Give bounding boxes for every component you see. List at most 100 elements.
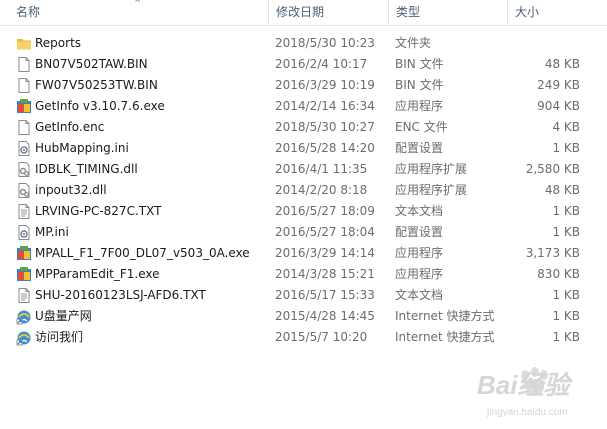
file-modified-date: 2016/3/29 14:14: [275, 246, 375, 260]
file-size: 249 KB: [537, 78, 580, 92]
file-name: MPParamEdit_F1.exe: [35, 267, 160, 281]
text-file-icon: [16, 203, 32, 220]
file-modified-date: 2016/5/17 15:33: [275, 288, 375, 302]
file-type: Internet 快捷方式: [395, 330, 495, 344]
column-header-date[interactable]: 修改日期: [270, 0, 388, 25]
file-name: Reports: [35, 36, 82, 50]
file-list-item[interactable]: GetInfo v3.10.7.6.exe 2014/2/14 16:34 应用程序…: [0, 96, 607, 117]
file-name: IDBLK_TIMING.dll: [35, 162, 138, 176]
column-header: 名称 ⌃ 修改日期 类型 大小: [0, 0, 607, 26]
file-type: 文本文档: [395, 204, 444, 218]
file-size: 830 KB: [537, 267, 580, 281]
file-name: LRVING-PC-827C.TXT: [35, 204, 162, 218]
file-list-item[interactable]: LRVING-PC-827C.TXT 2016/5/27 18:09 文本文档 1 K…: [0, 201, 607, 222]
file-size: 1 KB: [552, 204, 580, 218]
file-list-item[interactable]: 访问我们 2015/5/7 10:20 Internet 快捷方式 1 KB: [0, 327, 607, 348]
column-header-size[interactable]: 大小: [509, 0, 599, 25]
file-list-item[interactable]: FW07V50253TW.BIN 2016/3/29 10:19 BIN 文件 249…: [0, 75, 607, 96]
file-modified-date: 2016/3/29 10:19: [275, 78, 375, 92]
watermark-main-text: Bai经验: [477, 370, 570, 400]
file-list-item[interactable]: MPParamEdit_F1.exe 2014/3/28 15:21 应用程序 830…: [0, 264, 607, 285]
file-name: GetInfo.enc: [35, 120, 105, 134]
file-modified-date: 2016/5/27 18:09: [275, 204, 375, 218]
file-size: 3,173 KB: [525, 246, 580, 260]
file-size: 1 KB: [552, 309, 580, 323]
file-type: 应用程序扩展: [395, 162, 468, 176]
file-modified-date: 2015/4/28 14:45: [275, 309, 375, 323]
dll-icon: [16, 161, 32, 178]
file-size: 4 KB: [552, 120, 580, 134]
ini-icon: [16, 140, 32, 157]
exe-icon: [16, 245, 32, 262]
file-size: 1 KB: [552, 330, 580, 344]
file-list: Reports 2018/5/30 10:23 文件夹 BN07V502TAW.BIN…: [0, 33, 607, 348]
file-size: 904 KB: [537, 99, 580, 113]
file-name: MPALL_F1_7F00_DL07_v503_0A.exe: [35, 246, 250, 260]
file-type: BIN 文件: [395, 78, 444, 92]
file-list-item[interactable]: SHU-20160123LSJ-AFD6.TXT 2016/5/17 15:33 文…: [0, 285, 607, 306]
file-list-item[interactable]: MPALL_F1_7F00_DL07_v503_0A.exe 2016/3/29 …: [0, 243, 607, 264]
file-list-item[interactable]: Reports 2018/5/30 10:23 文件夹: [0, 33, 607, 54]
file-list-item[interactable]: U盘量产网 2015/4/28 14:45 Internet 快捷方式 1 KB: [0, 306, 607, 327]
file-size: 2,580 KB: [525, 162, 580, 176]
file-name: BN07V502TAW.BIN: [35, 57, 148, 71]
file-type: 应用程序: [395, 267, 444, 281]
exe-icon: [16, 98, 32, 115]
ini-icon: [16, 224, 32, 241]
column-divider[interactable]: [268, 0, 269, 25]
file-list-item[interactable]: BN07V502TAW.BIN 2016/2/4 10:17 BIN 文件 48 KB: [0, 54, 607, 75]
file-icon: [16, 56, 32, 73]
column-header-name-label: 名称: [16, 5, 41, 19]
file-modified-date: 2018/5/30 10:23: [275, 36, 375, 50]
file-size: 1 KB: [552, 225, 580, 239]
internet-shortcut-icon: [16, 329, 32, 346]
exe-icon: [16, 266, 32, 283]
folder-icon: [16, 35, 32, 52]
file-modified-date: 2016/4/1 11:35: [275, 162, 368, 176]
file-list-item[interactable]: HubMapping.ini 2016/5/28 14:20 配置设置 1 KB: [0, 138, 607, 159]
column-divider[interactable]: [507, 0, 508, 25]
file-modified-date: 2015/5/7 10:20: [275, 330, 368, 344]
file-name: HubMapping.ini: [35, 141, 129, 155]
file-size: [500, 33, 580, 54]
column-header-type-label: 类型: [396, 5, 421, 19]
file-list-item[interactable]: GetInfo.enc 2018/5/30 10:27 ENC 文件 4 KB: [0, 117, 607, 138]
file-size: 48 KB: [544, 57, 580, 71]
dll-icon: [16, 182, 32, 199]
file-name: inpout32.dll: [35, 183, 107, 197]
file-type: 配置设置: [395, 141, 444, 155]
file-list-item[interactable]: inpout32.dll 2014/2/20 8:18 应用程序扩展 48 KB: [0, 180, 607, 201]
file-modified-date: 2018/5/30 10:27: [275, 120, 375, 134]
file-name: MP.ini: [35, 225, 69, 239]
file-modified-date: 2016/5/27 18:04: [275, 225, 375, 239]
file-modified-date: 2016/5/28 14:20: [275, 141, 375, 155]
file-icon: [16, 119, 32, 136]
column-header-type[interactable]: 类型: [390, 0, 508, 25]
file-name: 访问我们: [35, 330, 84, 344]
file-type: 文件夹: [395, 36, 432, 50]
file-modified-date: 2014/2/20 8:18: [275, 183, 368, 197]
file-name: FW07V50253TW.BIN: [35, 78, 158, 92]
file-icon: [16, 77, 32, 94]
file-list-item[interactable]: IDBLK_TIMING.dll 2016/4/1 11:35 应用程序扩展 2,58…: [0, 159, 607, 180]
file-name: U盘量产网: [35, 309, 92, 323]
file-type: 文本文档: [395, 288, 444, 302]
file-type: 应用程序扩展: [395, 183, 468, 197]
file-list-item[interactable]: MP.ini 2016/5/27 18:04 配置设置 1 KB: [0, 222, 607, 243]
column-divider[interactable]: [388, 0, 389, 25]
file-size: 48 KB: [544, 183, 580, 197]
file-type: Internet 快捷方式: [395, 309, 495, 323]
text-file-icon: [16, 287, 32, 304]
file-name: SHU-20160123LSJ-AFD6.TXT: [35, 288, 206, 302]
file-modified-date: 2016/2/4 10:17: [275, 57, 368, 71]
file-type: BIN 文件: [395, 57, 444, 71]
watermark-url-text: jingyan.baidu.com: [487, 407, 568, 418]
sort-ascending-icon: ⌃: [133, 0, 143, 10]
file-name: GetInfo v3.10.7.6.exe: [35, 99, 165, 113]
file-type: 应用程序: [395, 246, 444, 260]
file-size: 1 KB: [552, 288, 580, 302]
file-type: ENC 文件: [395, 120, 448, 134]
file-modified-date: 2014/2/14 16:34: [275, 99, 375, 113]
file-type: 配置设置: [395, 225, 444, 239]
internet-shortcut-icon: [16, 308, 32, 325]
